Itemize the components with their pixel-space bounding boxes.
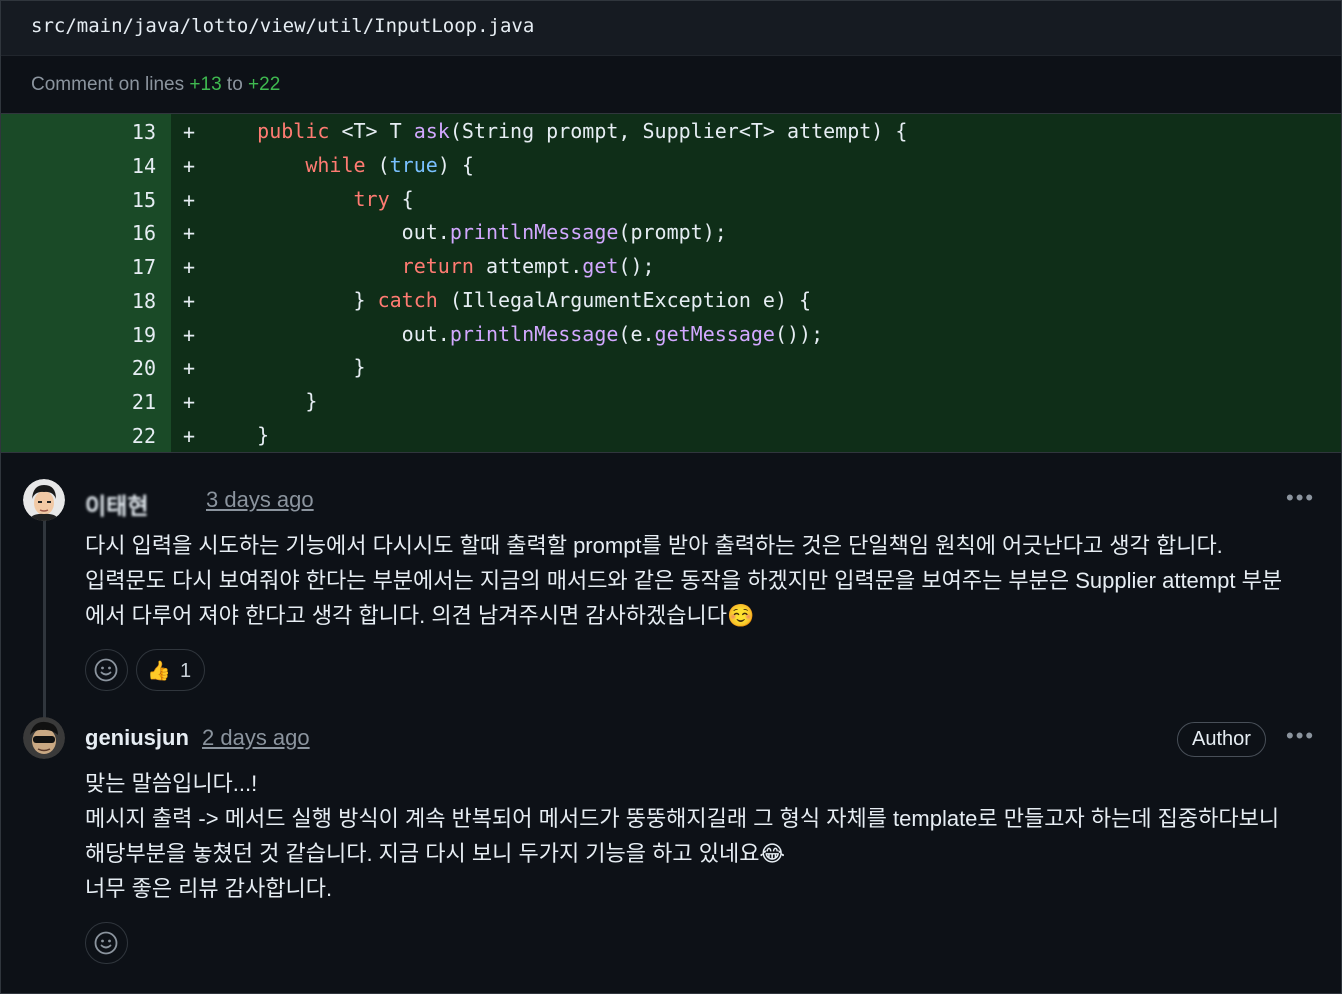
diff-sign: + <box>183 255 196 279</box>
comment-line: 메시지 출력 -> 메서드 실행 방식이 계속 반복되어 메서드가 뚱뚱해지길래… <box>85 806 1280 831</box>
smiley-icon <box>94 931 118 955</box>
thread-connector <box>43 511 46 721</box>
line-number[interactable]: 18 <box>101 289 156 313</box>
comment-line: 너무 좋은 리뷰 감사합니다. <box>85 876 333 901</box>
code-text: public <T> T ask(String prompt, Supplier… <box>257 119 908 143</box>
comment-line: 맞는 말씀입니다...! <box>85 771 258 796</box>
code-text: } <box>353 355 366 379</box>
more-options-icon[interactable]: ••• <box>1286 723 1315 749</box>
comment-author[interactable]: 이태현 <box>85 487 148 521</box>
code-text: } <box>257 423 270 447</box>
code-line: 17 + return attempt.get(); <box>1 249 1341 283</box>
avatar[interactable] <box>23 717 65 759</box>
comment-range-prefix: Comment on lines <box>31 74 190 95</box>
diff-sign: + <box>183 390 196 414</box>
range-end: +22 <box>248 74 281 95</box>
more-options-icon[interactable]: ••• <box>1286 485 1315 511</box>
diff-sign: + <box>183 424 196 448</box>
reaction-count: 1 <box>180 660 192 682</box>
code-line: 18 + } catch (IllegalArgumentException e… <box>1 283 1341 317</box>
line-number[interactable]: 17 <box>101 255 156 279</box>
diff-sign: + <box>183 221 196 245</box>
code-line: 22 + } <box>1 418 1341 452</box>
comment-body: 맞는 말씀입니다...! 메시지 출력 -> 메서드 실행 방식이 계속 반복되… <box>85 766 1279 906</box>
line-number[interactable]: 19 <box>101 323 156 347</box>
code-line: 21 + } <box>1 384 1341 418</box>
code-line: 19 + out.printlnMessage(e.getMessage()); <box>1 317 1341 351</box>
comment-line: 입력문도 다시 보여줘야 한다는 부분에서는 지금의 매서드와 같은 동작을 하… <box>85 568 1283 593</box>
diff-sign: + <box>183 154 196 178</box>
smiley-icon <box>94 658 118 682</box>
diff-sign: + <box>183 323 196 347</box>
comment-body: 다시 입력을 시도하는 기능에서 다시시도 할때 출력할 prompt를 받아 … <box>85 528 1282 633</box>
comment-range-header: Comment on lines +13 to +22 <box>1 56 1341 114</box>
diff-sign: + <box>183 188 196 212</box>
thumbs-up-icon: 👍 <box>147 661 171 682</box>
line-number[interactable]: 16 <box>101 221 156 245</box>
file-path-header: src/main/java/lotto/view/util/InputLoop.… <box>1 1 1341 56</box>
line-number[interactable]: 21 <box>101 390 156 414</box>
author-badge: Author <box>1177 722 1266 757</box>
review-thread: src/main/java/lotto/view/util/InputLoop.… <box>0 0 1342 994</box>
code-text: out.printlnMessage(e.getMessage()); <box>401 322 824 346</box>
code-line: 15 + try { <box>1 182 1341 216</box>
range-start: +13 <box>189 74 222 95</box>
diff-sign: + <box>183 120 196 144</box>
avatar[interactable] <box>23 479 65 521</box>
code-text: out.printlnMessage(prompt); <box>401 220 727 244</box>
code-line: 13 + public <T> T ask(String prompt, Sup… <box>1 114 1341 148</box>
line-number[interactable]: 15 <box>101 188 156 212</box>
code-line: 16 + out.printlnMessage(prompt); <box>1 215 1341 249</box>
line-number[interactable]: 22 <box>101 424 156 448</box>
diff-code-block: 13 + public <T> T ask(String prompt, Sup… <box>1 114 1341 453</box>
range-to: to <box>221 74 249 95</box>
code-text: try { <box>353 187 414 211</box>
line-number[interactable]: 20 <box>101 356 156 380</box>
code-line: 14 + while (true) { <box>1 148 1341 182</box>
comment-line: 에서 다루어 져야 한다고 생각 합니다. 의견 남겨주시면 감사하겠습니다☺️ <box>85 603 755 628</box>
diff-sign: + <box>183 356 196 380</box>
comment-timestamp[interactable]: 2 days ago <box>202 725 310 751</box>
comment-author[interactable]: geniusjun <box>85 725 189 751</box>
file-path[interactable]: src/main/java/lotto/view/util/InputLoop.… <box>31 15 534 37</box>
code-text: } <box>305 389 318 413</box>
code-text: return attempt.get(); <box>401 254 655 278</box>
diff-sign: + <box>183 289 196 313</box>
code-line: 20 + } <box>1 350 1341 384</box>
add-reaction-button[interactable] <box>85 649 128 691</box>
code-text: while (true) { <box>305 153 474 177</box>
line-number[interactable]: 14 <box>101 154 156 178</box>
thumbs-up-reaction[interactable]: 👍 1 <box>136 649 205 691</box>
comment-line: 해당부분을 놓쳤던 것 같습니다. 지금 다시 보니 두가지 기능을 하고 있네… <box>85 841 786 866</box>
line-number[interactable]: 13 <box>101 120 156 144</box>
add-reaction-button[interactable] <box>85 922 128 964</box>
comment-timestamp[interactable]: 3 days ago <box>206 487 314 513</box>
code-text: } catch (IllegalArgumentException e) { <box>353 288 812 312</box>
comment-line: 다시 입력을 시도하는 기능에서 다시시도 할때 출력할 prompt를 받아 … <box>85 533 1223 558</box>
